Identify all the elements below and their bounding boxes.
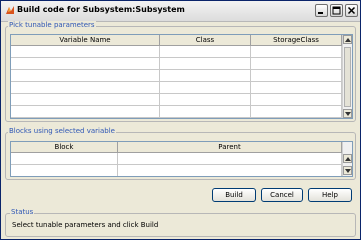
table-header: Variable Name Class StorageClass xyxy=(11,35,342,46)
title-bar[interactable]: Build code for Subsystem:Subsystem xyxy=(1,1,360,22)
close-button[interactable] xyxy=(345,4,358,17)
close-icon xyxy=(347,6,356,15)
table-row[interactable] xyxy=(11,58,342,70)
table-row[interactable] xyxy=(11,70,342,82)
scroll-up-button[interactable] xyxy=(343,154,352,163)
matlab-icon xyxy=(6,6,14,14)
help-button[interactable]: Help xyxy=(308,188,352,202)
table-cell[interactable] xyxy=(11,58,160,69)
table-cell[interactable] xyxy=(251,58,342,69)
cancel-button[interactable]: Cancel xyxy=(261,188,303,202)
table-cell[interactable] xyxy=(251,70,342,81)
table-cell[interactable] xyxy=(11,165,118,176)
arrow-up-icon xyxy=(345,157,351,161)
table-cell[interactable] xyxy=(251,82,342,93)
scroll-thumb[interactable] xyxy=(344,47,351,107)
table-cell[interactable] xyxy=(160,106,251,117)
column-header-parent[interactable]: Parent xyxy=(118,142,342,152)
blocks-table[interactable]: Block Parent xyxy=(10,141,353,177)
build-button[interactable]: Build xyxy=(212,188,256,202)
table-row[interactable] xyxy=(11,165,342,176)
tunable-parameters-table[interactable]: Variable Name Class StorageClass xyxy=(10,34,353,119)
table-cell[interactable] xyxy=(118,165,342,176)
minimize-button[interactable] xyxy=(315,4,328,17)
status-label: Status xyxy=(10,208,35,216)
window-title: Build code for Subsystem:Subsystem xyxy=(17,5,185,14)
arrow-up-icon xyxy=(345,38,351,42)
column-header-storage-class[interactable]: StorageClass xyxy=(251,35,342,45)
minimize-icon xyxy=(318,12,323,14)
vertical-scrollbar[interactable] xyxy=(342,35,352,118)
table-row[interactable] xyxy=(11,46,342,58)
table-cell[interactable] xyxy=(11,70,160,81)
table-cell[interactable] xyxy=(160,82,251,93)
table-cell[interactable] xyxy=(11,153,118,164)
table-row[interactable] xyxy=(11,153,342,165)
table-cell[interactable] xyxy=(11,46,160,57)
blocks-label: Blocks using selected variable xyxy=(8,127,116,135)
table-cell[interactable] xyxy=(251,106,342,117)
table-cell[interactable] xyxy=(251,94,342,105)
table-row[interactable] xyxy=(11,82,342,94)
table-cell[interactable] xyxy=(118,153,342,164)
table-header: Block Parent xyxy=(11,142,342,153)
table-cell[interactable] xyxy=(11,82,160,93)
build-code-dialog: Build code for Subsystem:Subsystem Pick … xyxy=(0,0,361,240)
column-header-block[interactable]: Block xyxy=(11,142,118,152)
tunable-parameters-label: Pick tunable parameters xyxy=(8,21,96,29)
scroll-down-button[interactable] xyxy=(343,166,352,175)
table-cell[interactable] xyxy=(11,106,160,117)
table-cell[interactable] xyxy=(251,46,342,57)
scroll-down-button[interactable] xyxy=(343,109,352,118)
table-cell[interactable] xyxy=(160,94,251,105)
table-cell[interactable] xyxy=(160,58,251,69)
table-row[interactable] xyxy=(11,94,342,106)
arrow-down-icon xyxy=(345,112,351,116)
status-message: Select tunable parameters and click Buil… xyxy=(12,221,159,229)
table-cell[interactable] xyxy=(160,70,251,81)
table-cell[interactable] xyxy=(160,46,251,57)
arrow-down-icon xyxy=(345,169,351,173)
maximize-icon xyxy=(332,6,341,15)
column-header-variable-name[interactable]: Variable Name xyxy=(11,35,160,45)
maximize-button[interactable] xyxy=(330,4,343,17)
table-row[interactable] xyxy=(11,106,342,118)
scroll-up-button[interactable] xyxy=(343,35,352,44)
column-header-class[interactable]: Class xyxy=(160,35,251,45)
table-cell[interactable] xyxy=(11,94,160,105)
vertical-scrollbar[interactable] xyxy=(342,142,352,176)
